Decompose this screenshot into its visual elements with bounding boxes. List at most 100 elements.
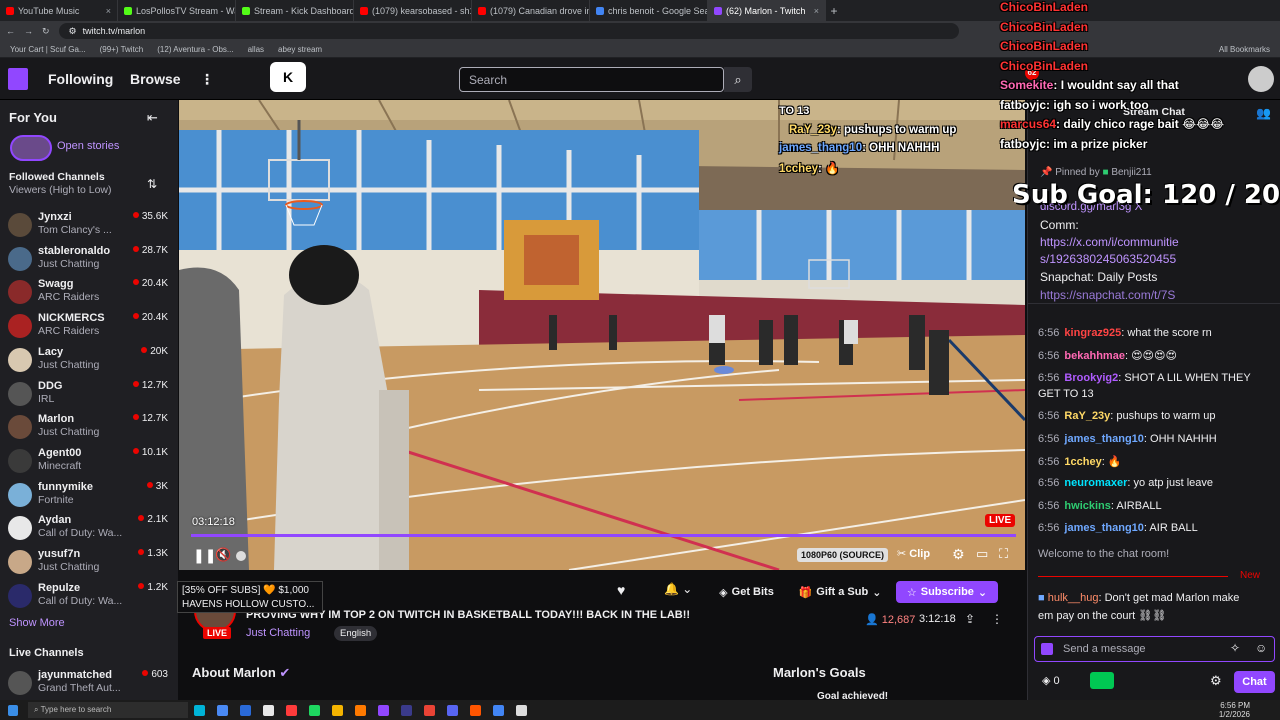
pinned-link[interactable]: https://x.com/i/communitie <box>1040 235 1179 249</box>
mute-icon[interactable]: 🔇 <box>215 547 231 563</box>
reload-icon[interactable]: ↻ <box>42 26 50 37</box>
taskbar-app-icon[interactable] <box>217 704 228 716</box>
chat-username[interactable]: james_thang10 <box>1064 433 1143 445</box>
community-icon[interactable]: 👥 <box>1256 106 1271 120</box>
chat-username[interactable]: RaY_23y <box>1064 410 1110 422</box>
sidebar-channel-item[interactable]: Lacy Just Chatting 20K <box>8 346 168 380</box>
browser-tab[interactable]: LosPollosTV Stream - Watch Li...× <box>118 0 236 21</box>
taskbar-search[interactable]: ⌕ Type here to search <box>28 702 188 718</box>
pinned-link[interactable]: s/1926380245063520455 <box>1040 252 1176 266</box>
taskbar-app-icon[interactable] <box>424 704 435 716</box>
pinned-link[interactable]: https://snapchat.com/t/7S <box>1040 288 1175 302</box>
sidebar-channel-item[interactable]: Jynxzi Tom Clancy's ... 35.6K <box>8 211 168 245</box>
follow-heart-icon[interactable]: ♥ <box>617 582 625 598</box>
sidebar-channel-item[interactable]: Marlon Just Chatting 12.7K <box>8 413 168 447</box>
notification-bell-icon[interactable]: 🔔 ⌄ <box>664 582 692 596</box>
browser-tab[interactable]: (1079) kearsobased - sh1tin (5...× <box>354 0 472 21</box>
nav-browse[interactable]: Browse <box>130 71 181 87</box>
sidebar-channel-item[interactable]: Repulze Call of Duty: Wa... 1.2K <box>8 582 168 616</box>
sidebar-channel-item[interactable]: stableronaldo Just Chatting 28.7K <box>8 245 168 279</box>
sidebar-channel-item[interactable]: yusuf7n Just Chatting 1.3K <box>8 548 168 582</box>
gift-a-sub-button[interactable]: 🎁 Gift a Sub ⌄ <box>794 581 886 603</box>
open-stories-link[interactable]: Open stories <box>57 140 119 152</box>
theatre-mode-icon[interactable]: ▭ <box>976 546 988 562</box>
taskbar-app-icon[interactable] <box>332 704 343 716</box>
taskbar-app-icon[interactable] <box>263 704 274 716</box>
taskbar-app-icon[interactable] <box>355 704 366 716</box>
taskbar-app-icon[interactable] <box>470 704 481 716</box>
close-tab-icon[interactable]: × <box>814 6 819 16</box>
browser-tab[interactable]: (1079) Canadian drove in to go...× <box>472 0 590 21</box>
sidebar-channel-item[interactable]: Agent00 Minecraft 10.1K <box>8 447 168 481</box>
taskbar-app-icon[interactable] <box>240 704 251 716</box>
subscribe-button[interactable]: ☆ Subscribe ⌄ <box>896 581 998 603</box>
bookmark[interactable]: Your Cart | Scuf Ga... <box>10 45 86 54</box>
sort-icon[interactable]: ⇅ <box>147 177 157 191</box>
bookmark[interactable]: abey stream <box>278 45 322 54</box>
bookmark[interactable]: (99+) Twitch <box>100 45 144 54</box>
taskbar-app-icon[interactable] <box>516 704 527 716</box>
chat-send-button[interactable]: Chat <box>1234 671 1275 693</box>
clip-button[interactable]: ✂ Clip <box>897 547 930 560</box>
volume-slider-handle[interactable] <box>236 551 246 561</box>
quality-badge[interactable]: 1080P60 (SOURCE) <box>797 548 889 562</box>
chat-username[interactable]: 1cchey <box>1064 456 1101 468</box>
taskbar-app-icon[interactable] <box>378 704 389 716</box>
taskbar-app-icon[interactable] <box>286 704 297 716</box>
emote-picker-icon[interactable]: ☺ <box>1255 641 1267 655</box>
address-field[interactable]: ⚙ twitch.tv/marlon <box>58 23 959 39</box>
user-avatar[interactable] <box>1248 66 1274 92</box>
taskbar-app-icon[interactable] <box>447 704 458 716</box>
site-info-icon[interactable]: ⚙ <box>69 26 77 37</box>
progress-bar[interactable] <box>191 534 1016 537</box>
taskbar-app-icon[interactable] <box>401 704 412 716</box>
chat-username[interactable]: james_thang10 <box>1064 522 1143 534</box>
search-icon[interactable]: ⌕ <box>724 67 752 92</box>
pause-icon[interactable]: ❚❚ <box>193 547 216 564</box>
more-options-icon[interactable]: ⋮ <box>991 612 1003 626</box>
sidebar-channel-item[interactable]: funnymike Fortnite 3K <box>8 481 168 515</box>
video-player[interactable]: TO 13 RaY_23y: pushups to warm up james_… <box>179 100 1025 570</box>
twitch-logo-icon[interactable] <box>8 68 28 90</box>
back-icon[interactable]: ← <box>6 26 15 36</box>
collapse-sidebar-icon[interactable]: ⇤ <box>147 110 158 126</box>
get-bits-button[interactable]: ◈ Get Bits <box>714 581 779 603</box>
chat-username[interactable]: hwickins <box>1064 500 1110 512</box>
chat-settings-gear-icon[interactable]: ⚙ <box>1210 673 1222 689</box>
channel-points-icon[interactable] <box>1090 672 1114 689</box>
sidebar-channel-item[interactable]: Swagg ARC Raiders 20.4K <box>8 278 168 312</box>
chat-username[interactable]: bekahhmae <box>1064 350 1125 362</box>
stories-avatars[interactable] <box>10 135 52 161</box>
ai-sparkle-icon[interactable]: ✧ <box>1230 641 1240 655</box>
browser-tab[interactable]: Stream - Kick Dashboard× <box>236 0 354 21</box>
settings-gear-icon[interactable]: ⚙ <box>952 546 965 563</box>
forward-icon[interactable]: → <box>24 26 33 36</box>
nav-following[interactable]: Following <box>48 71 113 87</box>
chat-username[interactable]: neuromaxer <box>1064 477 1127 489</box>
share-icon[interactable]: ⇪ <box>965 612 975 626</box>
taskbar-app-icon[interactable] <box>194 704 205 716</box>
fullscreen-icon[interactable]: ⛶ <box>999 546 1008 562</box>
category-link[interactable]: Just Chatting <box>246 627 310 639</box>
nav-more-icon[interactable]: ⋮ <box>200 71 214 88</box>
browser-tab[interactable]: YouTube Music × <box>0 0 118 21</box>
taskbar-app-icon[interactable] <box>493 704 504 716</box>
chat-username[interactable]: kingraz925 <box>1064 327 1121 339</box>
language-tag[interactable]: English <box>334 626 378 641</box>
close-tab-icon[interactable]: × <box>106 6 111 16</box>
chat-username[interactable]: Brookyig2 <box>1064 372 1118 384</box>
sidebar-channel-item[interactable]: DDG IRL 12.7K <box>8 380 168 414</box>
taskbar-clock[interactable]: 6:56 PM 1/2/2026 <box>1219 701 1250 719</box>
new-tab-button[interactable]: + <box>826 4 842 18</box>
browser-tab[interactable]: chris benoit - Google Search× <box>590 0 708 21</box>
bookmark[interactable]: allas <box>248 45 264 54</box>
chat-badge-icon[interactable] <box>1041 643 1053 655</box>
chat-input[interactable]: Send a message ✧ ☺ <box>1034 636 1275 662</box>
sidebar-channel-item[interactable]: Aydan Call of Duty: Wa... 2.1K <box>8 514 168 548</box>
live-channel-item[interactable]: jayunmatched Grand Theft Aut... 603 <box>8 669 168 700</box>
bookmark[interactable]: (12) Aventura - Obs... <box>157 45 233 54</box>
channel-points[interactable]: ◈ 0 <box>1042 674 1060 687</box>
windows-start-icon[interactable] <box>8 704 18 716</box>
sidebar-channel-item[interactable]: NICKMERCS ARC Raiders 20.4K <box>8 312 168 346</box>
search-input[interactable]: Search <box>459 67 724 92</box>
